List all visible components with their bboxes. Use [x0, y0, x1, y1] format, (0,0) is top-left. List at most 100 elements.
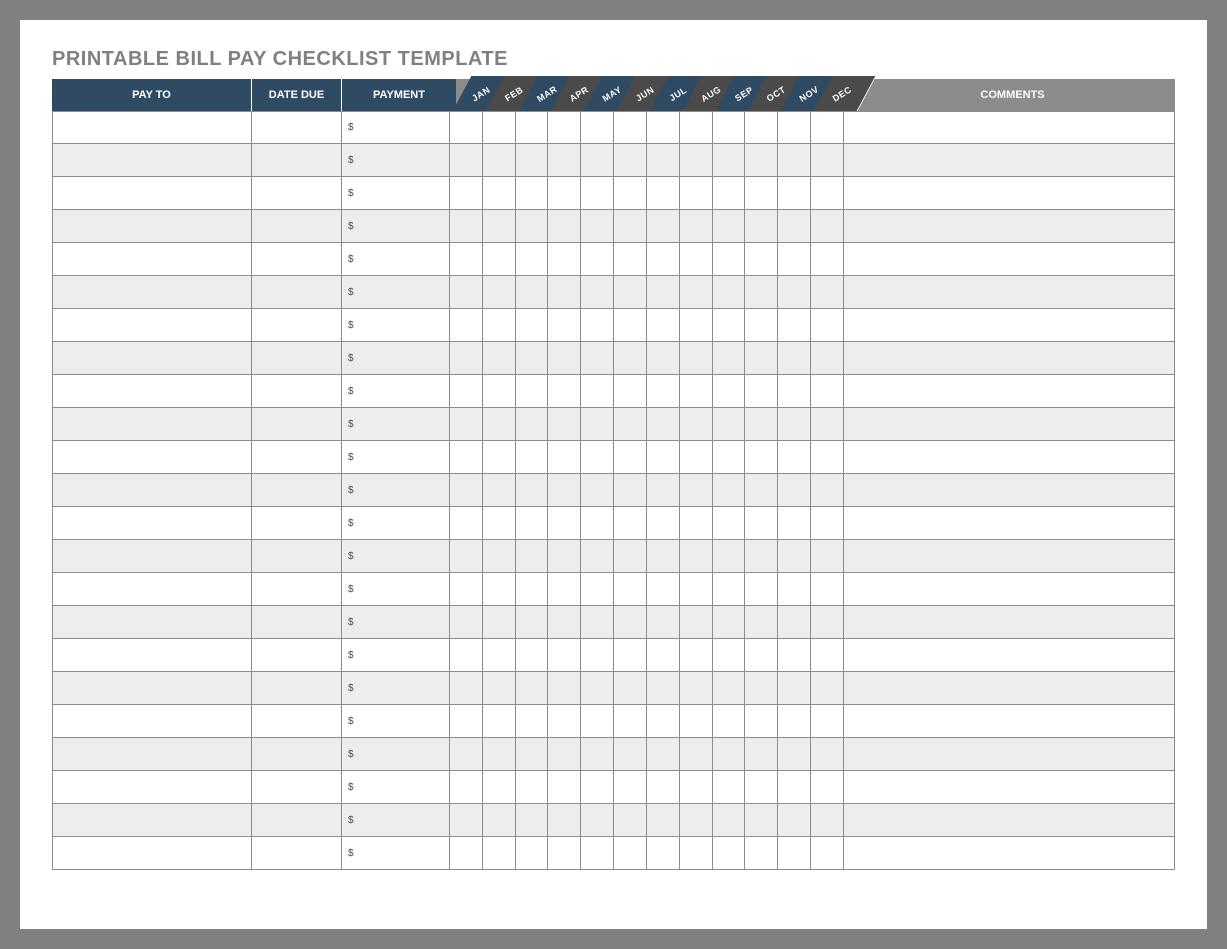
cell-month-sep [713, 177, 746, 210]
cell-month-jul [647, 606, 680, 639]
cell-month-may [581, 309, 614, 342]
cell-month-jun [614, 177, 647, 210]
cell-comments [844, 639, 1175, 672]
cell-comments [844, 573, 1175, 606]
cell-month-dec [811, 474, 844, 507]
cell-month-jan [450, 111, 483, 144]
cell-month-jun [614, 771, 647, 804]
cell-month-may [581, 441, 614, 474]
cell-month-may [581, 540, 614, 573]
cell-month-jul [647, 573, 680, 606]
month-label: NOV [798, 84, 821, 104]
table-row: $ [52, 705, 1175, 738]
month-label: FEB [503, 84, 525, 103]
cell-payment: $ [342, 606, 450, 639]
cell-pay-to [52, 342, 252, 375]
cell-month-aug [680, 474, 713, 507]
cell-month-jun [614, 408, 647, 441]
cell-month-aug [680, 606, 713, 639]
cell-date-due [252, 804, 342, 837]
cell-month-mar [516, 573, 549, 606]
cell-month-aug [680, 276, 713, 309]
cell-month-jul [647, 474, 680, 507]
cell-month-jul [647, 738, 680, 771]
cell-month-oct [745, 309, 778, 342]
cell-month-sep [713, 705, 746, 738]
table-row: $ [52, 606, 1175, 639]
cell-month-oct [745, 210, 778, 243]
cell-month-dec [811, 177, 844, 210]
cell-month-feb [483, 507, 516, 540]
cell-month-apr [548, 738, 581, 771]
cell-month-may [581, 375, 614, 408]
cell-pay-to [52, 177, 252, 210]
table-row: $ [52, 111, 1175, 144]
cell-month-nov [778, 309, 811, 342]
cell-month-nov [778, 144, 811, 177]
month-label: JUL [667, 84, 688, 102]
cell-payment: $ [342, 738, 450, 771]
cell-month-mar [516, 408, 549, 441]
header-date-due: DATE DUE [252, 79, 342, 111]
cell-payment: $ [342, 540, 450, 573]
cell-month-may [581, 177, 614, 210]
month-label: MAY [601, 84, 624, 103]
cell-month-nov [778, 408, 811, 441]
cell-month-jan [450, 144, 483, 177]
cell-month-jan [450, 804, 483, 837]
cell-month-mar [516, 507, 549, 540]
cell-comments [844, 210, 1175, 243]
cell-month-jan [450, 309, 483, 342]
cell-month-feb [483, 144, 516, 177]
cell-comments [844, 474, 1175, 507]
cell-month-jul [647, 144, 680, 177]
cell-month-may [581, 606, 614, 639]
cell-month-mar [516, 639, 549, 672]
cell-month-aug [680, 342, 713, 375]
cell-month-feb [483, 375, 516, 408]
cell-month-oct [745, 507, 778, 540]
cell-month-jul [647, 771, 680, 804]
cell-month-mar [516, 771, 549, 804]
cell-month-feb [483, 408, 516, 441]
cell-date-due [252, 177, 342, 210]
cell-payment: $ [342, 408, 450, 441]
cell-month-nov [778, 474, 811, 507]
cell-month-sep [713, 408, 746, 441]
cell-month-may [581, 408, 614, 441]
cell-month-jun [614, 540, 647, 573]
cell-date-due [252, 144, 342, 177]
table-row: $ [52, 441, 1175, 474]
cell-pay-to [52, 375, 252, 408]
cell-comments [844, 309, 1175, 342]
cell-month-apr [548, 804, 581, 837]
cell-month-oct [745, 144, 778, 177]
cell-date-due [252, 243, 342, 276]
cell-month-jan [450, 672, 483, 705]
table-row: $ [52, 738, 1175, 771]
cell-month-mar [516, 375, 549, 408]
table-row: $ [52, 243, 1175, 276]
cell-payment: $ [342, 639, 450, 672]
cell-month-jul [647, 639, 680, 672]
cell-month-apr [548, 210, 581, 243]
month-label: OCT [765, 84, 788, 103]
cell-pay-to [52, 309, 252, 342]
cell-month-jun [614, 441, 647, 474]
cell-month-oct [745, 243, 778, 276]
cell-pay-to [52, 705, 252, 738]
cell-month-may [581, 507, 614, 540]
cell-date-due [252, 309, 342, 342]
cell-pay-to [52, 243, 252, 276]
cell-month-jul [647, 540, 680, 573]
cell-pay-to [52, 573, 252, 606]
cell-month-apr [548, 276, 581, 309]
cell-month-mar [516, 309, 549, 342]
cell-month-jan [450, 606, 483, 639]
cell-month-sep [713, 276, 746, 309]
cell-month-jul [647, 837, 680, 870]
cell-month-may [581, 243, 614, 276]
cell-month-feb [483, 276, 516, 309]
cell-month-feb [483, 771, 516, 804]
cell-month-feb [483, 243, 516, 276]
